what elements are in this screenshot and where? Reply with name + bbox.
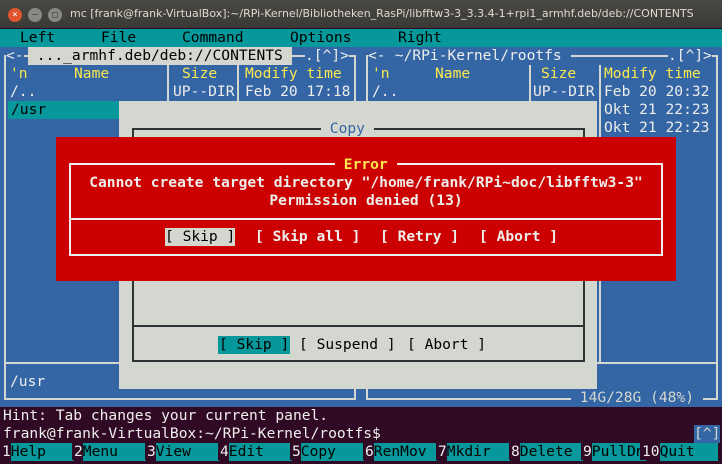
menu-file[interactable]: File [101,29,136,47]
col-sort[interactable]: 'n [372,65,390,83]
maximize-icon[interactable]: □ [48,8,62,22]
right-panel-indicator[interactable]: .[^]> [668,47,712,65]
col-name[interactable]: Name [435,65,470,83]
close-icon[interactable]: × [8,8,22,22]
left-panel-path[interactable]: ..._armhf.deb/deb://CONTENTS [28,47,292,65]
col-name[interactable]: Name [74,65,109,83]
left-panel-status: /usr [10,373,46,390]
fkey-renmov[interactable]: 6RenMov [363,443,437,461]
fkey-delete[interactable]: 8Delete [509,443,583,461]
fkey-mkdir[interactable]: 7Mkdir [436,443,510,461]
fkey-number: 3 [145,443,156,460]
error-retry-button[interactable]: [ Retry ] [380,228,459,246]
error-skip-button[interactable]: [ Skip ] [165,228,236,246]
fkey-label: Mkdir [446,443,510,461]
file-row-size: UP--DIR [533,83,595,100]
fkey-number: 5 [290,443,301,460]
fkey-quit[interactable]: 10Quit [640,443,718,461]
fkey-number: 4 [218,443,229,460]
fkey-label: RenMov [373,443,437,461]
prompt-indicator[interactable]: [^] [694,425,721,443]
fkey-label: Copy [300,443,364,461]
fkey-number: 10 [640,443,660,460]
panel-left-arrow[interactable]: <- [368,47,386,65]
copy-skip-button[interactable]: [ Skip ] [218,336,291,354]
file-row-time: Okt 21 22:23 [604,101,710,118]
file-row-time: Okt 21 22:23 [604,119,710,136]
error-dialog: Error Cannot create target directory "/h… [56,137,676,281]
title-bar: × – □ mc [frank@frank-VirtualBox]:~/RPi-… [0,0,722,28]
fkey-label: Edit [228,443,292,461]
fkey-edit[interactable]: 4Edit [218,443,292,461]
copy-suspend-button[interactable]: [ Suspend ] [299,336,396,354]
fkey-copy[interactable]: 5Copy [290,443,364,461]
menu-options[interactable]: Options [290,29,352,47]
minimize-icon[interactable]: – [28,8,42,22]
file-row-name[interactable]: /.. [372,83,398,101]
col-mtime[interactable]: Modify time [245,65,342,83]
hint-line: Hint: Tab changes your current panel. [3,407,329,424]
fkey-menu[interactable]: 2Menu [72,443,146,461]
fkey-number: 6 [363,443,374,460]
copy-abort-button[interactable]: [ Abort ] [407,336,486,354]
col-mtime[interactable]: Modify time [604,65,701,83]
fkey-number: 8 [509,443,520,460]
fkey-label: PullDn [591,443,646,461]
fkey-pulldn[interactable]: 9PullDn [581,443,646,461]
left-panel-indicator[interactable]: .[^]> [305,47,349,65]
panel-left-arrow[interactable]: <- [6,47,24,65]
col-sort[interactable]: 'n [10,65,28,83]
file-row-time: Feb 20 20:32 [604,83,710,100]
menu-command[interactable]: Command [182,29,244,47]
fkey-number: 9 [581,443,592,460]
error-abort-button[interactable]: [ Abort ] [479,228,558,246]
copy-dialog-title: Copy [321,120,374,138]
fkey-view[interactable]: 3View [145,443,219,461]
disk-usage: 14G/28G (48%) [571,389,703,407]
window-title: mc [frank@frank-VirtualBox]:~/RPi-Kernel… [70,7,694,20]
error-detail: Permission denied (13) [269,192,463,209]
menu-bar: Left File Command Options Right [0,29,722,47]
fkey-label: Help [10,443,74,461]
col-size[interactable]: Size [182,65,217,83]
error-skip-all-button[interactable]: [ Skip all ] [255,228,360,246]
file-row-selected[interactable]: /usr [8,101,120,119]
menu-left[interactable]: Left [20,29,55,47]
fkey-label: View [155,443,219,461]
fkey-help[interactable]: 1Help [0,443,74,461]
menu-right[interactable]: Right [398,29,442,47]
fkey-label: Delete [519,443,583,461]
fkey-number: 2 [72,443,83,460]
fkey-number: 7 [436,443,447,460]
col-size[interactable]: Size [541,65,576,83]
shell-prompt[interactable]: frank@frank-VirtualBox:~/RPi-Kernel/root… [3,425,381,443]
error-message: Cannot create target directory "/home/fr… [89,174,643,191]
fkey-label: Quit [659,443,718,461]
right-panel-path[interactable]: ~/RPi-Kernel/rootfs [386,47,571,65]
error-dialog-title: Error [335,156,397,174]
fkey-number: 1 [0,443,11,460]
fkey-label: Menu [82,443,146,461]
